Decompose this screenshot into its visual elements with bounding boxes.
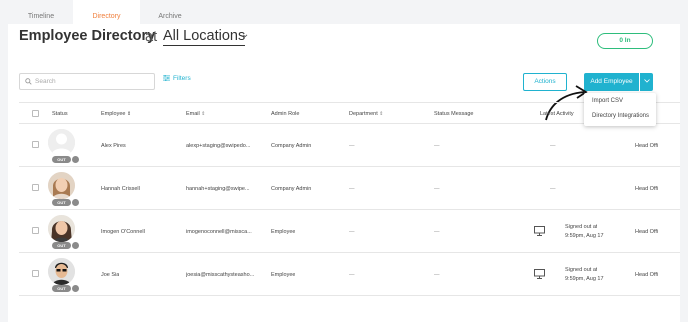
table-row[interactable]: OUT Hannah Crissell hannah+staging@swipe… <box>19 167 680 210</box>
latest-activity: Signed out at <box>565 267 598 273</box>
location: Head Offi <box>635 143 659 149</box>
col-department[interactable]: Department ⇕ <box>349 103 383 125</box>
add-employee-button[interactable]: Add Employee <box>584 73 639 91</box>
filters-button[interactable]: Filters <box>163 75 191 82</box>
search-icon <box>25 78 32 85</box>
title-at-text: at <box>145 29 158 45</box>
col-employee-label: Employee <box>101 111 126 117</box>
department: — <box>349 229 355 235</box>
row-checkbox[interactable] <box>32 270 39 277</box>
latest-activity: — <box>550 143 556 149</box>
user-photo-icon <box>48 215 75 242</box>
location: Head Offi <box>635 186 659 192</box>
status-message: — <box>434 143 440 149</box>
page-title: Employee Directory <box>19 28 156 44</box>
location-selector[interactable]: All Locations <box>163 28 246 46</box>
status-message: — <box>434 229 440 235</box>
add-employee-dropdown-toggle[interactable] <box>640 73 653 91</box>
status-message: — <box>434 186 440 192</box>
avatar <box>48 129 75 156</box>
row-checkbox[interactable] <box>32 184 39 191</box>
col-email[interactable]: Email ⇕ <box>186 103 206 125</box>
chevron-down-icon <box>643 79 650 83</box>
admin-role: Employee <box>271 229 296 235</box>
sort-icon: ⇕ <box>127 111 132 117</box>
row-checkbox[interactable] <box>32 227 39 234</box>
employee-email: hannah+staging@swipe... <box>186 186 250 192</box>
col-email-label: Email <box>186 111 200 117</box>
monitor-icon <box>534 269 545 279</box>
department: — <box>349 272 355 278</box>
monitor-icon <box>534 226 545 236</box>
employee-name[interactable]: Imogen O'Connell <box>101 229 145 235</box>
employee-email: imogenoconnell@missca... <box>186 229 252 235</box>
user-photo-icon <box>48 258 75 285</box>
table-header: Status Employee ⇕ Email ⇕ Admin Role Dep… <box>19 102 680 124</box>
department: — <box>349 143 355 149</box>
latest-activity-time: 9:59pm, Aug 17 <box>565 233 604 239</box>
tab-directory[interactable]: Directory <box>73 0 140 24</box>
status-message: — <box>434 272 440 278</box>
menu-item-import-csv[interactable]: Import CSV <box>584 93 656 108</box>
latest-activity: Signed out at <box>565 224 598 230</box>
tab-archive[interactable]: Archive <box>151 0 189 24</box>
admin-role: Employee <box>271 272 296 278</box>
avatar <box>48 172 75 199</box>
admin-role: Company Admin <box>271 186 312 192</box>
search-box[interactable] <box>19 73 155 90</box>
gear-icon[interactable] <box>72 285 79 292</box>
col-employee[interactable]: Employee ⇕ <box>101 103 131 125</box>
user-placeholder-icon <box>48 129 75 156</box>
tab-bar: Timeline Directory Archive <box>0 0 688 24</box>
avatar <box>48 258 75 285</box>
add-employee-menu: Import CSV Directory Integrations <box>584 93 656 126</box>
table-row[interactable]: OUT Imogen O'Connell imogenoconnell@miss… <box>19 210 680 253</box>
location: Head Offi <box>635 229 659 235</box>
row-checkbox[interactable] <box>32 141 39 148</box>
col-latest-activity: Latest Activity <box>540 111 574 117</box>
in-count-badge[interactable]: 0 In <box>597 33 653 49</box>
status-badge: OUT <box>52 156 71 163</box>
location: Head Offi <box>635 272 659 278</box>
user-photo-icon <box>48 172 75 199</box>
filter-icon <box>163 75 170 82</box>
status-badge: OUT <box>52 242 71 249</box>
employee-email: alexp+staging@swipedo... <box>186 143 251 149</box>
admin-role: Company Admin <box>271 143 312 149</box>
gear-icon[interactable] <box>72 242 79 249</box>
sort-icon: ⇕ <box>201 111 206 117</box>
search-input[interactable] <box>35 76 151 87</box>
filters-label: Filters <box>173 75 191 82</box>
status-badge: OUT <box>52 285 71 292</box>
employee-email: joesia@misscathysteasho... <box>186 272 255 278</box>
chevron-down-icon[interactable]: ⌄ <box>241 29 249 40</box>
avatar <box>48 215 75 242</box>
employee-name[interactable]: Alex Pires <box>101 143 126 149</box>
latest-activity: — <box>550 186 556 192</box>
col-admin-role: Admin Role <box>271 111 300 117</box>
tab-timeline[interactable]: Timeline <box>18 0 64 24</box>
status-badge: OUT <box>52 199 71 206</box>
department: — <box>349 186 355 192</box>
gear-icon[interactable] <box>72 199 79 206</box>
table-row[interactable]: OUT Joe Sia joesia@misscathysteasho... E… <box>19 253 680 296</box>
menu-item-directory-integrations[interactable]: Directory Integrations <box>584 108 656 123</box>
select-all-checkbox[interactable] <box>32 110 39 117</box>
col-department-label: Department <box>349 111 378 117</box>
col-status-message: Status Message <box>434 111 474 117</box>
sort-icon: ⇕ <box>379 111 384 117</box>
gear-icon[interactable] <box>72 156 79 163</box>
col-status: Status <box>52 111 68 117</box>
employee-name[interactable]: Joe Sia <box>101 272 119 278</box>
table-row[interactable]: OUT Alex Pires alexp+staging@swipedo... … <box>19 124 680 167</box>
employee-name[interactable]: Hannah Crissell <box>101 186 140 192</box>
latest-activity-time: 9:59pm, Aug 17 <box>565 276 604 282</box>
